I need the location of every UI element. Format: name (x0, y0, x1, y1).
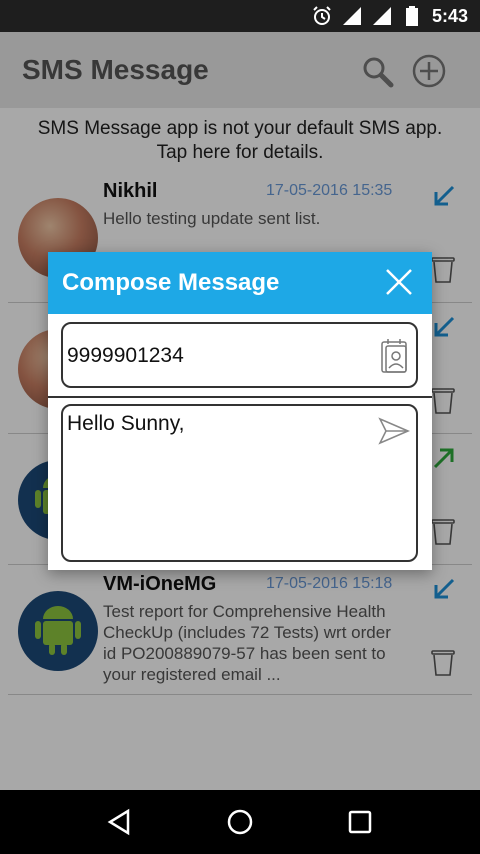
compose-dialog: Compose Message Hello Sunny, (48, 252, 432, 570)
phone-input[interactable] (67, 342, 367, 370)
back-icon[interactable] (102, 804, 138, 840)
phone-field (61, 322, 418, 388)
signal-icon (372, 6, 392, 26)
status-time: 5:43 (431, 5, 468, 26)
status-bar: 5:43 (0, 0, 480, 32)
contact-picker-icon[interactable] (378, 338, 410, 374)
dialog-title: Compose Message (62, 269, 280, 296)
message-input[interactable]: Hello Sunny, (67, 412, 367, 552)
home-icon[interactable] (222, 804, 258, 840)
close-icon[interactable] (382, 265, 416, 299)
send-icon[interactable] (378, 416, 410, 446)
recents-icon[interactable] (342, 804, 378, 840)
alarm-icon (312, 6, 332, 26)
nav-bar (0, 790, 480, 854)
dialog-header: Compose Message (48, 252, 432, 314)
signal-icon (342, 6, 362, 26)
battery-icon (402, 6, 422, 26)
message-field: Hello Sunny, (61, 404, 418, 562)
dialog-divider (48, 396, 432, 398)
